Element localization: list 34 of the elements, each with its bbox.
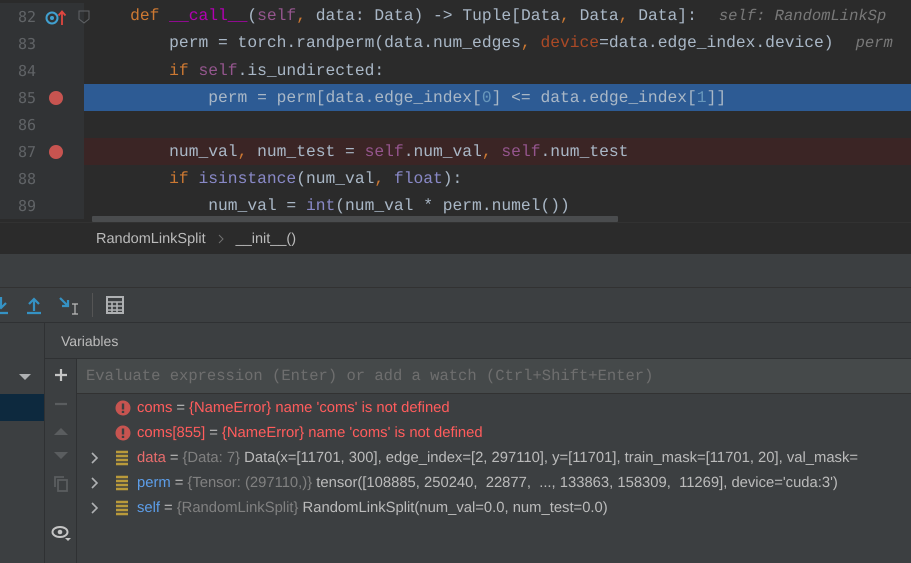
eye-icon[interactable] [50,524,70,542]
variable-entry[interactable]: data = {Data: 7} Data(x=[11701, 300], edge_index=[2, 297110], y=[11701], train_mask=[11701, 20], val_mask= [137,450,858,466]
field-icon [115,450,129,466]
field-icon [115,474,129,490]
variable-entry[interactable]: self = {RandomLinkSplit} RandomLinkSplit(num_val=0.0, num_test=0.0) [137,500,608,516]
variable-entry[interactable]: coms[855] = {NameError} name 'coms' is not defined [137,424,483,440]
code-line: perm = torch.randperm(data.num_edges, device=data.edge_index.device) perm [168,34,893,53]
breadcrumb-item[interactable]: RandomLinkSplit [96,230,206,246]
breadcrumb-item[interactable]: __init__() [236,230,296,246]
breakpoint-icon[interactable] [48,144,64,160]
variable-entry[interactable]: coms = {NameError} name 'coms' is not defined [137,400,450,416]
error-icon [115,424,131,440]
copy-icon[interactable] [52,475,68,493]
variable-entry[interactable]: perm = {Tensor: (297110,)} tensor([108885, 250240, 22877, ..., 133863, 158309, 11269], device='cuda:3') [137,474,838,490]
code-line: num_val = int(num_val * perm.numel()) [207,196,570,214]
override-icon[interactable] [45,8,67,26]
field-icon [115,500,129,516]
calculator-icon[interactable] [106,296,124,314]
move-up-icon[interactable] [52,425,68,437]
run-to-cursor-icon[interactable] [57,295,79,315]
add-icon[interactable] [52,367,68,383]
step-out-icon[interactable] [24,295,44,315]
scrollbar[interactable] [92,216,618,222]
breakpoint-icon[interactable] [48,90,64,106]
code-line: def __call__(self, data: Data) -> Tuple[Data, Data, Data]: self: RandomLinkSp [129,7,886,26]
dropdown-icon[interactable] [18,372,32,380]
code-line: if self.is_undirected: [168,62,384,80]
move-down-icon[interactable] [52,450,68,462]
code-line: num_val, num_test = self.num_val, self.num_test [168,142,628,160]
error-icon [115,400,131,416]
chevron-icon [218,234,224,244]
code-line: perm = perm[data.edge_index[0] <= data.edge_index[1]] [207,88,726,106]
fold-icon[interactable] [78,10,90,24]
code-line: if isinstance(num_val, float): [168,170,462,188]
